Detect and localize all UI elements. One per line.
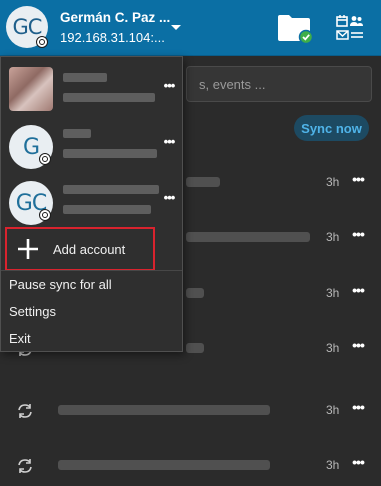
activity-text (58, 405, 270, 415)
account-item[interactable]: G ••• (1, 117, 182, 173)
add-account-label: Add account (53, 242, 126, 257)
activity-more-button[interactable]: ••• (349, 455, 367, 473)
sync-icon (18, 404, 32, 418)
activity-text (186, 343, 204, 353)
activity-time: 3h (326, 286, 340, 300)
account-server (63, 93, 155, 102)
account-avatar (9, 67, 53, 111)
activity-text (58, 460, 270, 470)
account-item[interactable]: GC ••• (1, 173, 182, 229)
apps-calendar-contacts-mail-icon[interactable] (335, 14, 365, 42)
account-more-button[interactable]: ••• (161, 79, 177, 95)
account-server[interactable]: 192.168.31.104:... (60, 30, 165, 45)
plus-icon (18, 239, 38, 259)
avatar-initials: GC (12, 15, 43, 39)
account-server (63, 149, 157, 158)
activity-time: 3h (326, 341, 340, 355)
account-name (63, 129, 91, 138)
activity-more-button[interactable]: ••• (349, 338, 367, 356)
account-item[interactable]: ••• (1, 61, 182, 117)
sync-now-button[interactable]: Sync now (294, 115, 369, 141)
status-icon (39, 209, 51, 221)
chevron-down-icon[interactable] (170, 22, 182, 34)
pause-sync-menu-item[interactable]: Pause sync for all (9, 277, 112, 292)
account-name[interactable]: Germán C. Paz ... (60, 10, 170, 25)
activity-text (186, 177, 220, 187)
exit-menu-item[interactable]: Exit (9, 331, 31, 346)
activity-row[interactable]: 3h ••• (0, 451, 381, 481)
activity-more-button[interactable]: ••• (349, 400, 367, 418)
account-more-button[interactable]: ••• (161, 191, 177, 207)
activity-row[interactable]: 3h ••• (0, 396, 381, 426)
activity-time: 3h (326, 403, 340, 417)
activity-time: 3h (326, 175, 340, 189)
search-input[interactable]: s, events ... (186, 66, 372, 102)
status-icon (39, 153, 51, 165)
add-account-button[interactable]: Add account (5, 227, 155, 271)
account-menu: ••• G ••• GC ••• Add account Pause sync … (0, 56, 183, 352)
account-server (63, 205, 151, 214)
menu-divider (1, 270, 182, 271)
activity-more-button[interactable]: ••• (349, 283, 367, 301)
activity-text (186, 232, 310, 242)
activity-time: 3h (326, 230, 340, 244)
sync-icon (18, 459, 32, 473)
current-account-avatar[interactable]: GC (6, 6, 48, 48)
activity-time: 3h (326, 458, 340, 472)
activity-text (186, 288, 204, 298)
search-placeholder: s, events ... (199, 76, 266, 92)
account-name (63, 185, 159, 194)
activity-more-button[interactable]: ••• (349, 172, 367, 190)
status-icon (36, 36, 48, 48)
header-bar: GC Germán C. Paz ... 192.168.31.104:... (0, 0, 381, 56)
folder-synced-icon[interactable] (276, 12, 314, 44)
account-name (63, 73, 107, 82)
account-more-button[interactable]: ••• (161, 135, 177, 151)
settings-menu-item[interactable]: Settings (9, 304, 56, 319)
activity-more-button[interactable]: ••• (349, 227, 367, 245)
avatar-initials: G (22, 134, 40, 160)
